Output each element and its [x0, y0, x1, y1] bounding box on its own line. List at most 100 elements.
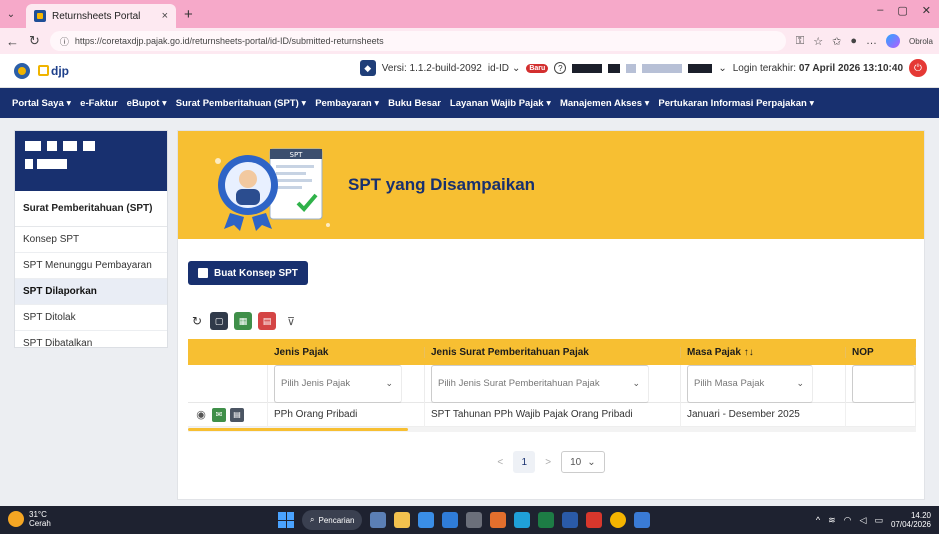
new-draft-spt-button[interactable]: Buat Konsep SPT	[188, 261, 308, 285]
sidebar-user-header	[15, 131, 167, 191]
prev-page-button[interactable]: <	[497, 457, 503, 468]
app-icon[interactable]	[466, 512, 482, 528]
key-icon[interactable]: ⚿	[796, 35, 804, 48]
redacted-block	[25, 141, 41, 151]
page-size-select[interactable]: 10 ⌄	[561, 451, 605, 473]
profile-label[interactable]: Obrola	[909, 37, 933, 46]
app-icon[interactable]	[418, 512, 434, 528]
page-banner: SPT SPT yang Disampaikan	[178, 131, 924, 239]
tab-list-chevron-icon[interactable]: ⌄	[0, 5, 22, 23]
jenis-pajak-filter-placeholder: Pilih Jenis Pajak	[281, 378, 351, 389]
task-view-icon[interactable]	[370, 512, 386, 528]
copilot-icon[interactable]	[885, 34, 900, 48]
more-icon[interactable]: …	[866, 35, 877, 47]
masa-pajak-filter[interactable]: Pilih Masa Pajak ⌄	[687, 364, 813, 403]
menu-ebupot[interactable]: eBupot ▾	[127, 98, 167, 109]
export-file-icon[interactable]: ▢	[210, 312, 228, 330]
export-excel-icon[interactable]: ▦	[234, 312, 252, 330]
column-header-jenis-spt[interactable]: Jenis Surat Pemberitahuan Pajak	[425, 346, 681, 358]
tab-title: Returnsheets Portal	[52, 10, 141, 22]
acrobat-icon[interactable]	[586, 512, 602, 528]
back-icon[interactable]: ←	[6, 34, 19, 49]
table-horizontal-scrollbar[interactable]	[188, 427, 916, 432]
file-explorer-icon[interactable]	[394, 512, 410, 528]
sidebar-item-spt-ditolak[interactable]: SPT Ditolak	[15, 305, 167, 331]
column-header-masa-pajak[interactable]: Masa Pajak ↑↓	[681, 346, 846, 358]
table-header: Jenis Pajak Jenis Surat Pemberitahuan Pa…	[188, 339, 916, 365]
minimize-icon[interactable]: –	[877, 4, 883, 17]
last-login-label: Login terakhir:	[732, 62, 797, 74]
djp-logo[interactable]: djp	[38, 64, 69, 78]
menu-e-faktur[interactable]: e-Faktur	[80, 98, 117, 109]
app-icon[interactable]	[442, 512, 458, 528]
favorites-icon[interactable]: ✩	[832, 35, 841, 48]
maximize-icon[interactable]: ▢	[897, 4, 907, 17]
next-page-button[interactable]: >	[545, 457, 551, 468]
star-icon[interactable]: ☆	[813, 35, 823, 48]
sidebar-item-spt-menunggu-pembayaran[interactable]: SPT Menunggu Pembayaran	[15, 253, 167, 279]
content-panel: SPT SPT yang Disampaikan Buat Konsep SPT	[177, 130, 925, 500]
url-field[interactable]: ⓘ https://coretaxdjp.pajak.go.id/returns…	[49, 31, 786, 51]
view-icon[interactable]: ◉	[194, 408, 208, 422]
tray-chevron-icon[interactable]: ^	[816, 515, 820, 525]
weather-widget[interactable]: 31°C Cerah	[8, 510, 51, 528]
logout-icon[interactable]: ⏻	[909, 59, 927, 77]
account-chevron-icon[interactable]: ⌄	[718, 63, 726, 74]
weather-temp: 31°C	[29, 510, 47, 519]
clear-filter-icon[interactable]: ⊽	[282, 312, 300, 330]
menu-portal-saya[interactable]: Portal Saya ▾	[12, 98, 71, 109]
jenis-spt-filter[interactable]: Pilih Jenis Surat Pemberitahuan Pajak ⌄	[431, 364, 649, 403]
menu-buku-besar[interactable]: Buku Besar	[388, 98, 441, 109]
clock[interactable]: 14.20 07/04/2026	[891, 511, 931, 529]
scrollbar-thumb[interactable]	[188, 428, 408, 431]
tab-close-icon[interactable]: ×	[162, 10, 168, 22]
refresh-icon[interactable]: ↻	[190, 312, 204, 330]
export-pdf-icon[interactable]: ▤	[258, 312, 276, 330]
wifi-icon[interactable]: ◠	[844, 515, 852, 526]
edge-icon[interactable]	[514, 512, 530, 528]
chrome-icon[interactable]	[610, 512, 626, 528]
browser-tab[interactable]: Returnsheets Portal ×	[26, 4, 176, 28]
taskbar-search[interactable]: ⌕ Pencarian	[302, 510, 362, 530]
redacted-block	[642, 63, 683, 73]
new-badge[interactable]: Baru	[526, 63, 549, 73]
sun-icon	[8, 511, 24, 527]
site-info-icon[interactable]: ⓘ	[60, 35, 69, 48]
last-login-time: 07 April 2026 13:10:40	[798, 62, 903, 74]
volume-icon[interactable]: ◁	[860, 515, 867, 526]
email-icon[interactable]: ✉	[212, 407, 226, 422]
column-header-jenis-pajak[interactable]: Jenis Pajak	[268, 346, 425, 358]
app-icon[interactable]	[490, 512, 506, 528]
menu-pertukaran-informasi[interactable]: Pertukaran Informasi Perpajakan ▾	[658, 98, 814, 109]
app-icon[interactable]	[634, 512, 650, 528]
battery-icon[interactable]: ▭	[874, 515, 883, 526]
column-header-nop[interactable]: NOP	[846, 346, 916, 358]
nop-filter[interactable]	[852, 364, 915, 403]
menu-manajemen-akses[interactable]: Manajemen Akses ▾	[560, 98, 649, 109]
redacted-block	[47, 141, 57, 151]
new-draft-spt-label: Buat Konsep SPT	[214, 267, 298, 279]
sidebar-item-spt-dilaporkan[interactable]: SPT Dilaporkan	[15, 279, 167, 305]
page-number-button[interactable]: 1	[513, 451, 536, 473]
language-select[interactable]: id-ID ⌄	[488, 63, 521, 74]
windows-start-icon[interactable]	[278, 512, 294, 528]
sidebar-item-konsep-spt[interactable]: Konsep SPT	[15, 227, 167, 253]
excel-icon[interactable]	[538, 512, 554, 528]
jenis-pajak-filter[interactable]: Pilih Jenis Pajak ⌄	[274, 364, 402, 403]
help-icon[interactable]: ?	[554, 62, 567, 74]
menu-pembayaran[interactable]: Pembayaran ▾	[315, 98, 379, 109]
new-tab-button[interactable]: +	[184, 6, 193, 23]
network-icon[interactable]: ≋	[828, 515, 836, 526]
row-actions: ◉ ✉ ▤	[194, 407, 244, 422]
menu-layanan-wajib-pajak[interactable]: Layanan Wajib Pajak ▾	[450, 98, 551, 109]
reload-icon[interactable]: ↻	[29, 33, 40, 49]
sidebar-item-spt-dibatalkan[interactable]: SPT Dibatalkan	[15, 331, 167, 357]
menu-spt[interactable]: Surat Pemberitahuan (SPT) ▾	[176, 98, 306, 109]
illustration-badge-text: SPT	[290, 151, 304, 159]
app-icon[interactable]	[562, 512, 578, 528]
filter-cell-empty	[188, 364, 268, 403]
download-pdf-icon[interactable]: ▤	[230, 407, 244, 422]
profile-icon[interactable]: ●	[850, 35, 857, 47]
close-window-icon[interactable]: ✕	[922, 4, 931, 17]
table-row[interactable]: ◉ ✉ ▤ PPh Orang Pribadi SPT Tahunan PPh …	[188, 402, 916, 427]
